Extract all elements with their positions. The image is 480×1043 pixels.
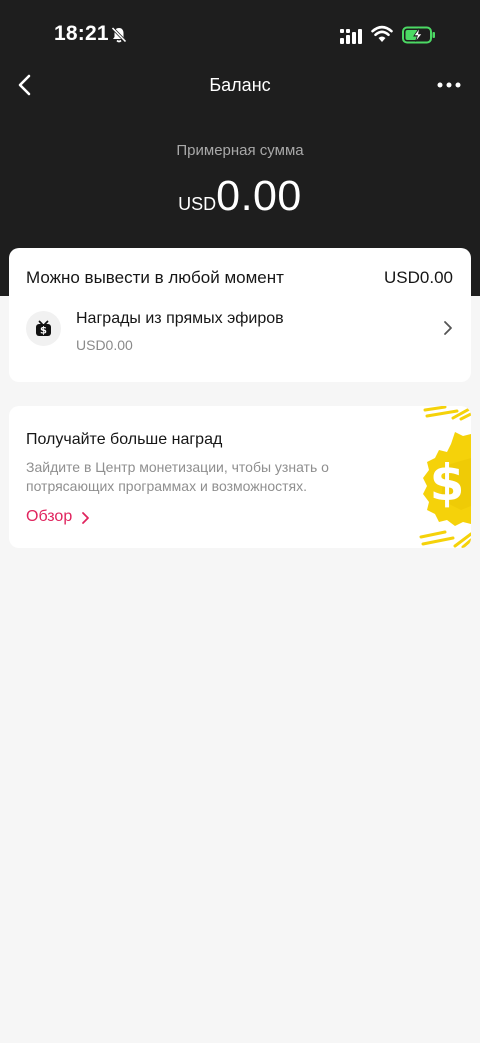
more-options-button[interactable] — [434, 77, 464, 93]
muted-bell-icon — [110, 26, 128, 49]
live-rewards-title: Награды из прямых эфиров — [76, 310, 284, 327]
live-rewards-icon: $ — [26, 311, 61, 346]
dollar-badge-icon: $ — [419, 406, 471, 548]
overview-link[interactable]: Обзор — [26, 508, 72, 526]
page-title: Баланс — [209, 75, 271, 95]
approx-amount-label: Примерная сумма — [176, 142, 304, 159]
svg-text:$: $ — [430, 454, 465, 512]
balance-amount: USD0.00 — [0, 172, 480, 221]
live-rewards-value: USD0.00 — [76, 337, 133, 353]
cellular-signal-icon — [340, 28, 364, 49]
wifi-icon — [371, 25, 393, 48]
chevron-right-small-icon — [81, 511, 90, 530]
more-rewards-title: Получайте больше наград — [26, 431, 223, 448]
battery-charging-icon — [402, 26, 436, 49]
withdrawable-value: USD0.00 — [384, 268, 453, 287]
withdrawable-title: Можно вывести в любой момент — [26, 268, 284, 287]
withdrawable-card: Можно вывести в любой момент USD0.00 $ Н… — [9, 248, 471, 382]
status-bar: 18:21 — [0, 0, 480, 70]
balance-value: 0.00 — [216, 172, 302, 220]
chevron-right-icon — [443, 320, 453, 341]
svg-text:$: $ — [40, 326, 47, 337]
more-rewards-description: Зайдите в Центр монетизации, чтобы узнат… — [26, 459, 329, 494]
more-rewards-card: Получайте больше наград Зайдите в Центр … — [9, 406, 471, 548]
status-time: 18:21 — [54, 22, 109, 45]
balance-currency: USD — [178, 194, 217, 214]
